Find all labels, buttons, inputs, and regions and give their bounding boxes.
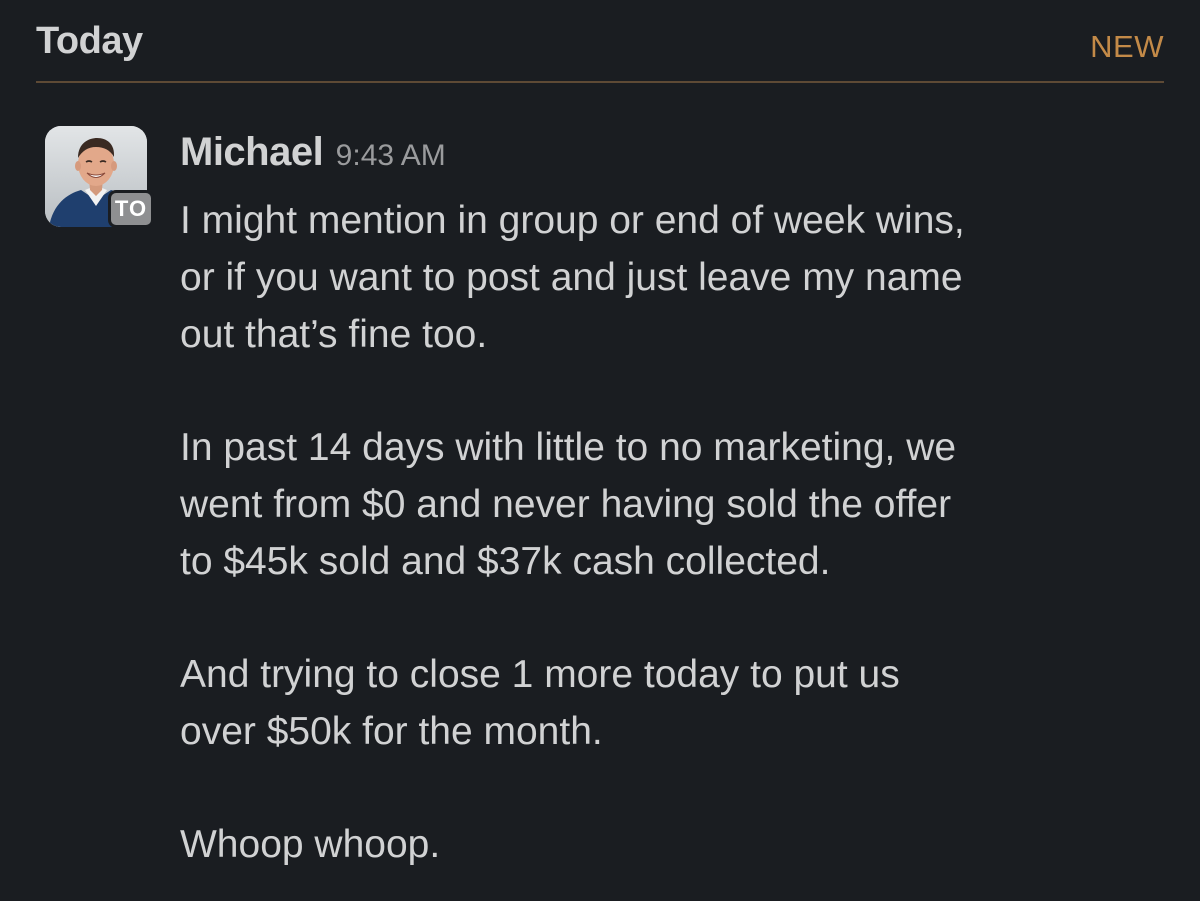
new-messages-line: [36, 81, 1164, 83]
message-timestamp[interactable]: 9:43 AM: [336, 139, 446, 172]
author-name[interactable]: Michael: [180, 130, 324, 174]
message-header: Michael 9:43 AM: [180, 130, 446, 175]
message-body: I might mention in group or end of week …: [180, 192, 1170, 873]
date-divider: Today NEW: [0, 0, 1200, 83]
message-paragraph: And trying to close 1 more today to put …: [180, 653, 900, 753]
message-item: TO Michael 9:43 AM I might mention in gr…: [0, 124, 1200, 884]
new-messages-label: NEW: [1090, 29, 1164, 64]
message-paragraph: In past 14 days with little to no market…: [180, 426, 957, 583]
message-paragraph: I might mention in group or end of week …: [180, 199, 965, 356]
status-badge: TO: [108, 190, 154, 228]
message-paragraph: Whoop whoop.: [180, 823, 441, 866]
date-divider-label: Today: [36, 20, 143, 62]
